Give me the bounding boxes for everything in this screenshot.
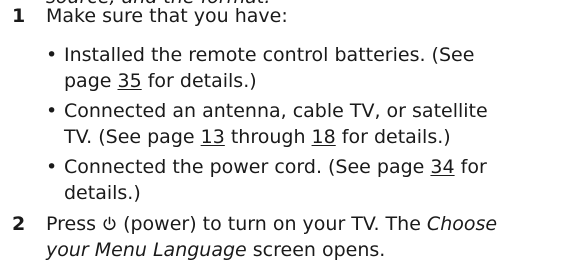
manual-page: source, and the format. 1 Make sure that…	[0, 0, 569, 278]
step-number: 1	[12, 5, 26, 27]
bullet-line: TV. (See page 13 through 18 for details.…	[64, 124, 451, 151]
bullet-text: page	[64, 70, 118, 92]
bullet-dot: •	[46, 100, 58, 122]
bullet-dot: •	[46, 156, 58, 178]
bullet-text: through	[224, 126, 312, 148]
step-text-part: (power) to turn on your TV. The	[117, 213, 427, 235]
page-link-18[interactable]: 18	[312, 126, 336, 148]
screen-name-text: your Menu Language	[46, 239, 247, 261]
step-text-line-2: your Menu Language screen opens.	[46, 237, 385, 264]
bullet-line: Connected the power cord. (See page 34 f…	[64, 154, 487, 181]
power-icon	[103, 216, 116, 231]
bullet-line: page 35 for details.)	[64, 68, 257, 95]
bullet-dot: •	[46, 44, 58, 66]
step-text-part: screen opens.	[246, 239, 386, 261]
step-text-part: Press	[46, 213, 103, 235]
bullet-text: Installed the remote control batteries. …	[64, 44, 475, 66]
step-text-line-1: Press (power) to turn on your TV. The Ch…	[46, 211, 497, 238]
bullet-text: TV. (See page	[64, 126, 201, 148]
step-number: 2	[12, 213, 26, 235]
bullet-text: for details.)	[141, 70, 257, 92]
bullet-line: Installed the remote control batteries. …	[64, 42, 474, 69]
page-link-34[interactable]: 34	[430, 156, 454, 178]
bullet-text: for details.)	[335, 126, 451, 148]
screen-name-text: Choose	[426, 213, 498, 235]
page-link-35[interactable]: 35	[118, 70, 142, 92]
bullet-text: Connected the power cord. (See page	[64, 156, 431, 178]
bullet-line: Connected an antenna, cable TV, or satel…	[64, 98, 488, 125]
step-text: Make sure that you have:	[46, 5, 288, 27]
bullet-text: Connected an antenna, cable TV, or satel…	[64, 100, 488, 122]
bullet-text: details.)	[64, 182, 141, 204]
bullet-line: details.)	[64, 180, 141, 207]
page-link-13[interactable]: 13	[201, 126, 225, 148]
bullet-text: for	[454, 156, 487, 178]
